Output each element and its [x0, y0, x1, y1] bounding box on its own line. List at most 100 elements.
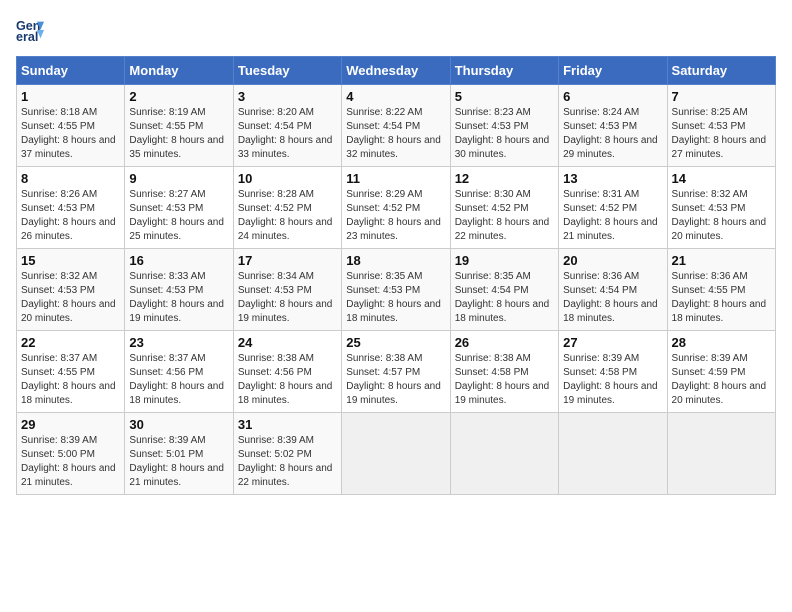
- day-cell-10: 10Sunrise: 8:28 AMSunset: 4:52 PMDayligh…: [233, 167, 341, 249]
- day-number: 3: [238, 89, 337, 104]
- day-info: Sunrise: 8:27 AMSunset: 4:53 PMDaylight:…: [129, 188, 228, 244]
- day-number: 4: [346, 89, 445, 104]
- header-day-wednesday: Wednesday: [342, 57, 450, 85]
- day-number: 7: [672, 89, 771, 104]
- day-info: Sunrise: 8:39 AMSunset: 5:01 PMDaylight:…: [129, 434, 228, 490]
- day-number: 17: [238, 253, 337, 268]
- day-number: 1: [21, 89, 120, 104]
- day-cell-7: 7 Sunrise: 8:25 AMSunset: 4:53 PMDaylight…: [667, 85, 775, 167]
- day-cell-26: 26Sunrise: 8:38 AMSunset: 4:58 PMDayligh…: [450, 331, 558, 413]
- header-day-friday: Friday: [559, 57, 667, 85]
- day-cell-11: 11Sunrise: 8:29 AMSunset: 4:52 PMDayligh…: [342, 167, 450, 249]
- day-info: Sunrise: 8:31 AMSunset: 4:52 PMDaylight:…: [563, 188, 662, 244]
- day-cell-12: 12 Sunrise: 8:30 AMSunset: 4:52 PMDayligh…: [450, 167, 558, 249]
- day-number: 23: [129, 335, 228, 350]
- logo-icon: Gen eral: [16, 16, 44, 44]
- day-cell-24: 24 Sunrise: 8:38 AMSunset: 4:56 PMDayligh…: [233, 331, 341, 413]
- day-number: 29: [21, 417, 120, 432]
- day-number: 14: [672, 171, 771, 186]
- day-cell-28: 28 Sunrise: 8:39 AMSunset: 4:59 PMDayligh…: [667, 331, 775, 413]
- day-cell-15: 15Sunrise: 8:32 AMSunset: 4:53 PMDayligh…: [17, 249, 125, 331]
- day-info: Sunrise: 8:36 AMSunset: 4:55 PMDaylight:…: [672, 270, 771, 326]
- empty-cell: [667, 413, 775, 495]
- day-info: Sunrise: 8:25 AMSunset: 4:53 PMDaylight:…: [672, 106, 771, 162]
- day-number: 31: [238, 417, 337, 432]
- day-info: Sunrise: 8:37 AMSunset: 4:55 PMDaylight:…: [21, 352, 120, 408]
- calendar-week-1: 1Sunrise: 8:18 AMSunset: 4:55 PMDaylight…: [17, 85, 776, 167]
- day-number: 12: [455, 171, 554, 186]
- day-number: 24: [238, 335, 337, 350]
- day-cell-23: 23Sunrise: 8:37 AMSunset: 4:56 PMDayligh…: [125, 331, 233, 413]
- header-day-thursday: Thursday: [450, 57, 558, 85]
- day-cell-31: 31Sunrise: 8:39 AMSunset: 5:02 PMDayligh…: [233, 413, 341, 495]
- day-number: 22: [21, 335, 120, 350]
- empty-cell: [450, 413, 558, 495]
- day-info: Sunrise: 8:39 AMSunset: 4:58 PMDaylight:…: [563, 352, 662, 408]
- day-cell-6: 6 Sunrise: 8:24 AMSunset: 4:53 PMDaylight…: [559, 85, 667, 167]
- calendar-header-row: SundayMondayTuesdayWednesdayThursdayFrid…: [17, 57, 776, 85]
- day-info: Sunrise: 8:32 AMSunset: 4:53 PMDaylight:…: [672, 188, 771, 244]
- day-cell-19: 19 Sunrise: 8:35 AMSunset: 4:54 PMDayligh…: [450, 249, 558, 331]
- day-number: 6: [563, 89, 662, 104]
- day-number: 15: [21, 253, 120, 268]
- empty-cell: [342, 413, 450, 495]
- day-info: Sunrise: 8:35 AMSunset: 4:53 PMDaylight:…: [346, 270, 445, 326]
- day-info: Sunrise: 8:23 AMSunset: 4:53 PMDaylight:…: [455, 106, 554, 162]
- calendar-week-3: 15Sunrise: 8:32 AMSunset: 4:53 PMDayligh…: [17, 249, 776, 331]
- page-header: Gen eral: [16, 16, 776, 44]
- header-day-tuesday: Tuesday: [233, 57, 341, 85]
- day-number: 30: [129, 417, 228, 432]
- day-cell-16: 16 Sunrise: 8:33 AMSunset: 4:53 PMDayligh…: [125, 249, 233, 331]
- day-info: Sunrise: 8:24 AMSunset: 4:53 PMDaylight:…: [563, 106, 662, 162]
- day-info: Sunrise: 8:34 AMSunset: 4:53 PMDaylight:…: [238, 270, 337, 326]
- day-number: 19: [455, 253, 554, 268]
- header-day-monday: Monday: [125, 57, 233, 85]
- day-info: Sunrise: 8:20 AMSunset: 4:54 PMDaylight:…: [238, 106, 337, 162]
- day-cell-14: 14 Sunrise: 8:32 AMSunset: 4:53 PMDayligh…: [667, 167, 775, 249]
- day-number: 28: [672, 335, 771, 350]
- day-info: Sunrise: 8:38 AMSunset: 4:56 PMDaylight:…: [238, 352, 337, 408]
- day-info: Sunrise: 8:35 AMSunset: 4:54 PMDaylight:…: [455, 270, 554, 326]
- day-cell-9: 9 Sunrise: 8:27 AMSunset: 4:53 PMDaylight…: [125, 167, 233, 249]
- day-cell-8: 8Sunrise: 8:26 AMSunset: 4:53 PMDaylight…: [17, 167, 125, 249]
- day-number: 9: [129, 171, 228, 186]
- day-number: 13: [563, 171, 662, 186]
- day-info: Sunrise: 8:28 AMSunset: 4:52 PMDaylight:…: [238, 188, 337, 244]
- day-number: 8: [21, 171, 120, 186]
- day-number: 16: [129, 253, 228, 268]
- header-day-saturday: Saturday: [667, 57, 775, 85]
- day-number: 21: [672, 253, 771, 268]
- day-info: Sunrise: 8:19 AMSunset: 4:55 PMDaylight:…: [129, 106, 228, 162]
- day-number: 5: [455, 89, 554, 104]
- day-cell-3: 3 Sunrise: 8:20 AMSunset: 4:54 PMDaylight…: [233, 85, 341, 167]
- day-info: Sunrise: 8:39 AMSunset: 5:00 PMDaylight:…: [21, 434, 120, 490]
- day-info: Sunrise: 8:38 AMSunset: 4:57 PMDaylight:…: [346, 352, 445, 408]
- calendar-week-4: 22 Sunrise: 8:37 AMSunset: 4:55 PMDayligh…: [17, 331, 776, 413]
- empty-cell: [559, 413, 667, 495]
- day-cell-27: 27 Sunrise: 8:39 AMSunset: 4:58 PMDayligh…: [559, 331, 667, 413]
- day-cell-30: 30 Sunrise: 8:39 AMSunset: 5:01 PMDayligh…: [125, 413, 233, 495]
- day-info: Sunrise: 8:22 AMSunset: 4:54 PMDaylight:…: [346, 106, 445, 162]
- day-cell-25: 25 Sunrise: 8:38 AMSunset: 4:57 PMDayligh…: [342, 331, 450, 413]
- day-info: Sunrise: 8:38 AMSunset: 4:58 PMDaylight:…: [455, 352, 554, 408]
- day-number: 2: [129, 89, 228, 104]
- day-info: Sunrise: 8:30 AMSunset: 4:52 PMDaylight:…: [455, 188, 554, 244]
- day-cell-13: 13 Sunrise: 8:31 AMSunset: 4:52 PMDayligh…: [559, 167, 667, 249]
- day-cell-21: 21 Sunrise: 8:36 AMSunset: 4:55 PMDayligh…: [667, 249, 775, 331]
- day-number: 27: [563, 335, 662, 350]
- calendar-week-2: 8Sunrise: 8:26 AMSunset: 4:53 PMDaylight…: [17, 167, 776, 249]
- day-cell-2: 2 Sunrise: 8:19 AMSunset: 4:55 PMDaylight…: [125, 85, 233, 167]
- day-cell-18: 18 Sunrise: 8:35 AMSunset: 4:53 PMDayligh…: [342, 249, 450, 331]
- day-info: Sunrise: 8:33 AMSunset: 4:53 PMDaylight:…: [129, 270, 228, 326]
- day-cell-1: 1Sunrise: 8:18 AMSunset: 4:55 PMDaylight…: [17, 85, 125, 167]
- day-number: 25: [346, 335, 445, 350]
- svg-text:eral: eral: [16, 30, 38, 44]
- day-number: 20: [563, 253, 662, 268]
- day-cell-5: 5 Sunrise: 8:23 AMSunset: 4:53 PMDaylight…: [450, 85, 558, 167]
- header-day-sunday: Sunday: [17, 57, 125, 85]
- day-cell-22: 22 Sunrise: 8:37 AMSunset: 4:55 PMDayligh…: [17, 331, 125, 413]
- day-info: Sunrise: 8:29 AMSunset: 4:52 PMDaylight:…: [346, 188, 445, 244]
- day-cell-20: 20Sunrise: 8:36 AMSunset: 4:54 PMDayligh…: [559, 249, 667, 331]
- day-info: Sunrise: 8:39 AMSunset: 4:59 PMDaylight:…: [672, 352, 771, 408]
- day-number: 18: [346, 253, 445, 268]
